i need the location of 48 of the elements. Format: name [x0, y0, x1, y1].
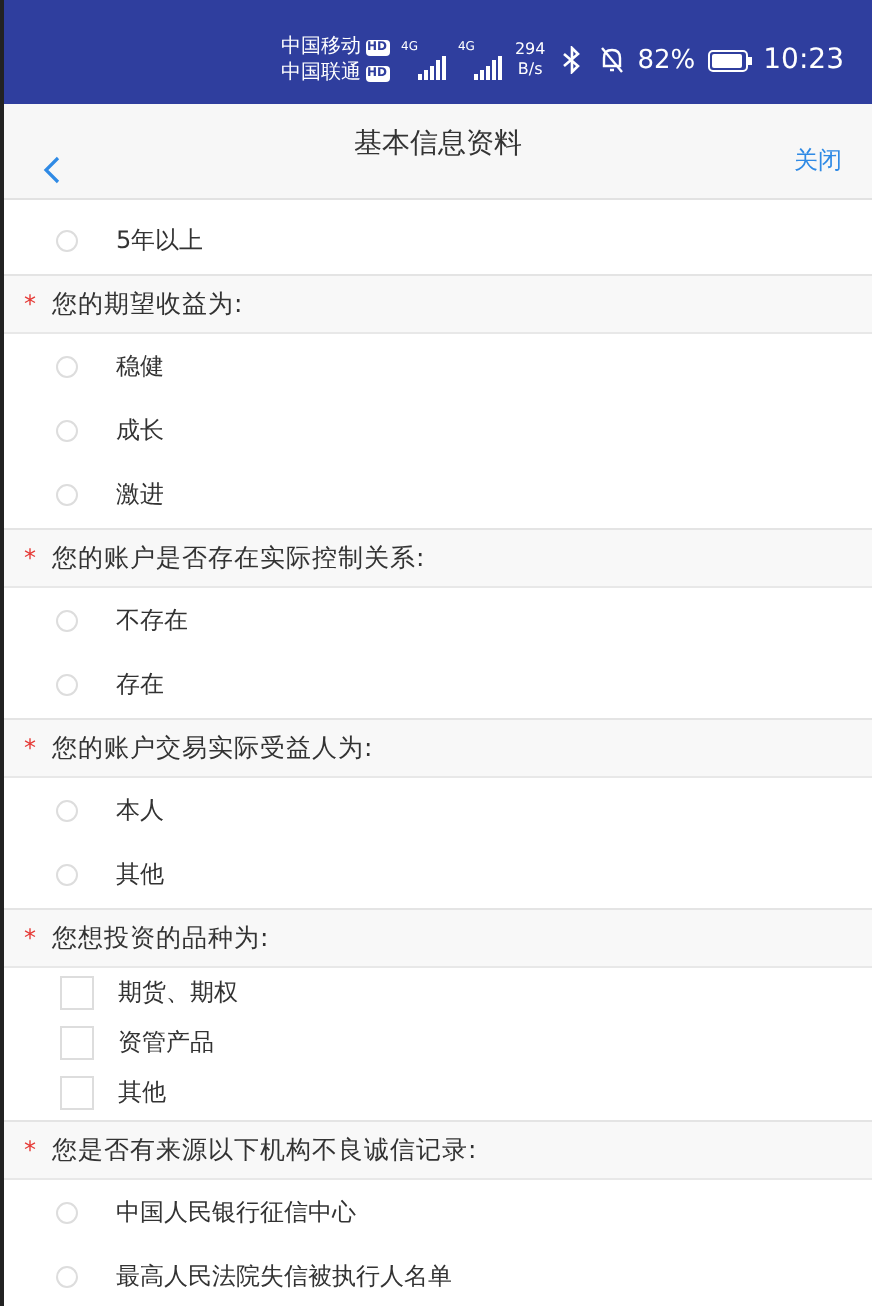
radio-button[interactable]: [56, 229, 78, 251]
carrier-name: 中国移动: [281, 34, 361, 60]
radio-button[interactable]: [56, 355, 78, 377]
radio-button[interactable]: [56, 1201, 78, 1223]
battery-icon: [707, 49, 752, 71]
required-mark: *: [24, 734, 36, 762]
radio-button[interactable]: [56, 483, 78, 505]
option-label[interactable]: 本人: [116, 793, 164, 827]
speed-value: 294: [514, 40, 546, 60]
radio-button[interactable]: [56, 1265, 78, 1287]
option-label[interactable]: 稳健: [116, 349, 164, 383]
radio-button[interactable]: [56, 419, 78, 441]
radio-button[interactable]: [56, 863, 78, 885]
required-mark: *: [24, 544, 36, 572]
question-text: 您是否有来源以下机构不良诚信记录:: [52, 1133, 477, 1167]
option-label[interactable]: 其他: [116, 857, 164, 891]
checkbox[interactable]: [60, 976, 94, 1010]
radio-button[interactable]: [56, 673, 78, 695]
clock: 10:23: [763, 44, 844, 76]
option-label[interactable]: 资管产品: [118, 1026, 214, 1060]
question-text: 您的账户是否存在实际控制关系:: [52, 541, 425, 575]
battery-percent: 82%: [637, 45, 696, 75]
option-label[interactable]: 期货、期权: [118, 976, 238, 1010]
option-label[interactable]: 存在: [116, 667, 164, 701]
signal-icon: [417, 56, 446, 80]
speed-unit: B/s: [517, 60, 543, 80]
question-text: 您的期望收益为:: [52, 287, 243, 321]
radio-button[interactable]: [56, 799, 78, 821]
required-mark: *: [24, 924, 36, 952]
radio-button[interactable]: [56, 609, 78, 631]
question-text: 您的账户交易实际受益人为:: [52, 731, 373, 765]
mute-icon: [597, 46, 626, 74]
option-label[interactable]: 中国人民银行征信中心: [116, 1195, 356, 1229]
option-label[interactable]: 不存在: [116, 603, 188, 637]
option-label[interactable]: 其他: [118, 1076, 166, 1110]
option-label[interactable]: 成长: [116, 413, 164, 447]
required-mark: *: [24, 290, 36, 318]
option-label[interactable]: 5年以上: [116, 223, 204, 257]
option-label[interactable]: 激进: [116, 477, 164, 511]
option-label[interactable]: 最高人民法院失信被执行人名单: [116, 1259, 452, 1293]
question-text: 您想投资的品种为:: [52, 921, 269, 955]
page-title: 基本信息资料: [354, 125, 522, 161]
signal-icon: [474, 56, 503, 80]
checkbox[interactable]: [60, 1076, 94, 1110]
required-mark: *: [24, 1136, 36, 1164]
back-icon[interactable]: [42, 156, 62, 184]
carrier-name: 中国联通: [281, 60, 361, 86]
checkbox[interactable]: [60, 1026, 94, 1060]
